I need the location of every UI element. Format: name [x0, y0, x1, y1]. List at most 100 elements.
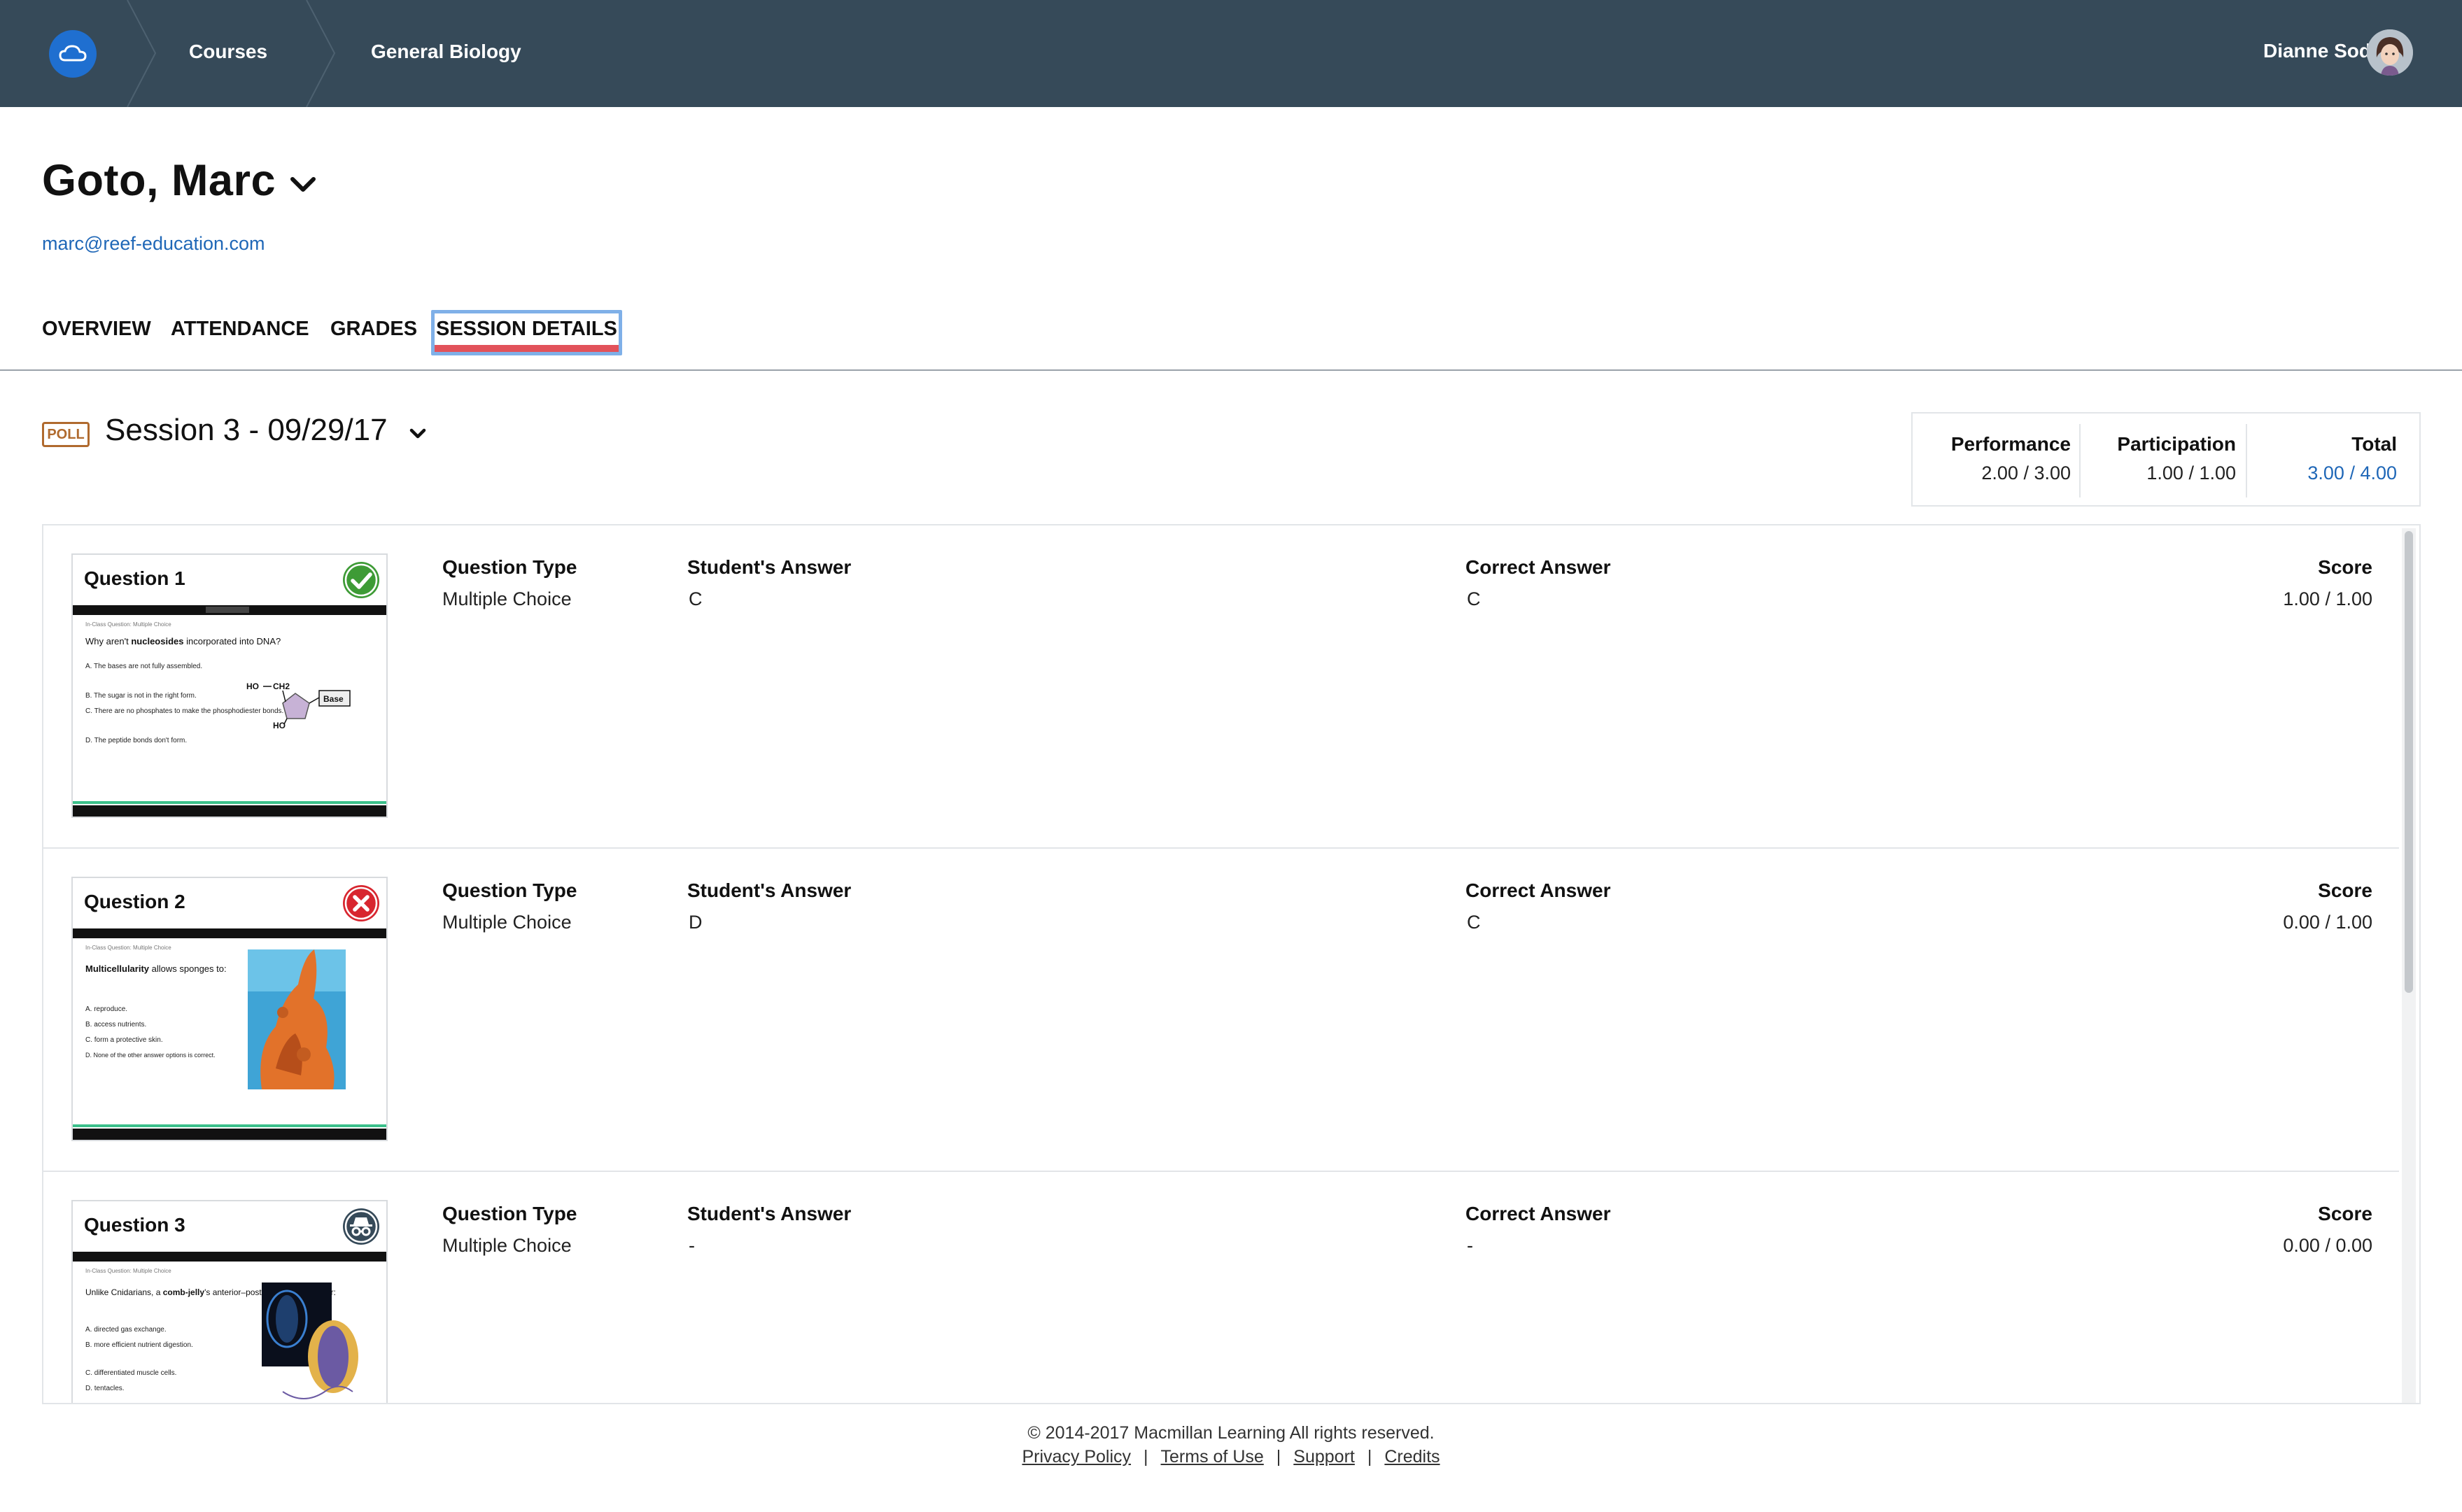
slide-option: C. differentiated muscle cells.: [85, 1369, 176, 1377]
slide-option: B. The sugar is not in the right form.: [85, 692, 197, 700]
slide-question-pre: Unlike Cnidarians, a: [85, 1287, 163, 1297]
slide-question-post: incorporated into DNA?: [183, 636, 281, 647]
slide-header: In-Class Question: Multiple Choice: [85, 621, 171, 628]
slide-question-post: allows sponges to:: [149, 963, 227, 974]
privacy-policy-link[interactable]: Privacy Policy: [1022, 1447, 1131, 1467]
question-thumbnail[interactable]: Question 3 In-Class Question: Multiple C…: [71, 1200, 388, 1403]
footer-separator: |: [1276, 1447, 1281, 1467]
participation-value: 1.00 / 1.00: [2146, 462, 2236, 483]
question-slide-image: In-Class Question: Multiple Choice Why a…: [73, 605, 386, 817]
slide-option: C. There are no phosphates to make the p…: [85, 707, 283, 715]
student-answer-header: Student's Answer: [687, 879, 852, 901]
question-list: Question 1 In-Class Question: Multiple C…: [42, 524, 2421, 1404]
user-name[interactable]: Dianne Sod: [2263, 40, 2371, 62]
question-type-value: Multiple Choice: [442, 1235, 572, 1256]
tab-session-details-label: SESSION DETAILS: [436, 318, 617, 340]
chevron-down-icon[interactable]: [407, 425, 428, 442]
x-circle-icon: [343, 885, 379, 921]
slide-header: In-Class Question: Multiple Choice: [85, 945, 171, 951]
tab-session-details[interactable]: SESSION DETAILS: [431, 310, 622, 355]
student-answer-header: Student's Answer: [687, 556, 852, 578]
svg-text:Why aren't nucleosides incorpo: Why aren't nucleosides incorporated into…: [85, 636, 281, 647]
active-tab-indicator: [435, 345, 619, 352]
question-slide-image: In-Class Question: Multiple Choice Multi…: [73, 928, 386, 1140]
correct-answer-header: Correct Answer: [1465, 1203, 1611, 1224]
footer-separator: |: [1144, 1447, 1148, 1467]
student-answer-header: Student's Answer: [687, 1203, 852, 1224]
slide-option: A. directed gas exchange.: [85, 1326, 167, 1334]
footer-links: Privacy Policy | Terms of Use | Support | Cred…: [0, 1447, 2462, 1467]
session-selector[interactable]: Session 3 - 09/29/17: [105, 413, 388, 448]
question-thumbnail[interactable]: Question 1 In-Class Question: Multiple C…: [71, 553, 388, 818]
correct-answer-header: Correct Answer: [1465, 556, 1611, 578]
question-row: Question 1 In-Class Question: Multiple C…: [43, 525, 2399, 849]
student-name: Goto, Marc: [42, 156, 276, 205]
score-header: Score: [2318, 1203, 2372, 1224]
scrollbar-thumb[interactable]: [2405, 531, 2413, 993]
slide-question-bold: Multicellularity: [85, 963, 150, 974]
correct-answer-value: C: [1467, 588, 1481, 609]
slide-question-bold: comb-jelly: [163, 1287, 205, 1297]
figure-label: CH2: [273, 681, 290, 691]
student-answer-value: C: [689, 588, 703, 609]
score-header: Score: [2318, 879, 2372, 901]
total-value: 3.00 / 4.00: [2307, 462, 2397, 483]
list-scrollbar[interactable]: [2402, 528, 2416, 1403]
question-slide-image: In-Class Question: Multiple Choice Unlik…: [73, 1252, 386, 1403]
poll-badge: POLL: [42, 422, 90, 447]
correct-answer-value: C: [1467, 912, 1481, 933]
credits-link[interactable]: Credits: [1384, 1447, 1440, 1467]
slide-option: C. form a protective skin.: [85, 1036, 163, 1044]
breadcrumb-separator-icon: [127, 0, 157, 107]
figure-label: HO: [246, 681, 259, 691]
question-title: Question 1: [84, 567, 185, 589]
figure-label: Base: [323, 694, 344, 704]
question-title: Question 2: [84, 891, 185, 912]
svg-text:Multicellularity allows sponge: Multicellularity allows sponges to:: [85, 963, 227, 974]
avatar[interactable]: [2367, 29, 2413, 76]
breadcrumb-courses[interactable]: Courses: [189, 41, 267, 63]
question-type-header: Question Type: [442, 1203, 577, 1224]
question-row: Question 3 In-Class Question: Multiple C…: [43, 1172, 2399, 1403]
correct-answer-header: Correct Answer: [1465, 879, 1611, 901]
total-score: Total 3.00 / 4.00: [2263, 433, 2397, 492]
score-value: 0.00 / 1.00: [2283, 912, 2372, 933]
student-answer-value: D: [689, 912, 703, 933]
student-answer-value: -: [689, 1235, 695, 1256]
slide-option: B. more efficient nutrient digestion.: [85, 1341, 193, 1349]
terms-of-use-link[interactable]: Terms of Use: [1161, 1447, 1264, 1467]
slide-option: D. tentacles.: [85, 1385, 125, 1392]
check-circle-icon: [343, 562, 379, 598]
tab-grades[interactable]: GRADES: [330, 318, 417, 341]
question-thumbnail[interactable]: Question 2 In-Class Question: Multiple C…: [71, 877, 388, 1141]
question-type-header: Question Type: [442, 879, 577, 901]
question-title: Question 3: [84, 1214, 185, 1236]
tab-overview[interactable]: OVERVIEW: [42, 318, 151, 341]
chevron-down-icon[interactable]: [287, 172, 319, 196]
performance-label: Performance: [1950, 433, 2071, 455]
score-value: 0.00 / 0.00: [2283, 1235, 2372, 1256]
performance-score: Performance 2.00 / 3.00: [1934, 433, 2071, 492]
tab-attendance[interactable]: ATTENDANCE: [171, 318, 309, 341]
slide-option: B. access nutrients.: [85, 1021, 146, 1029]
support-link[interactable]: Support: [1293, 1447, 1355, 1467]
breadcrumb-general-biology[interactable]: General Biology: [371, 41, 521, 63]
question-type-value: Multiple Choice: [442, 912, 572, 933]
slide-question-bold: nucleosides: [131, 636, 183, 647]
student-email-link[interactable]: marc@reef-education.com: [42, 233, 265, 255]
participation-label: Participation: [2117, 433, 2236, 455]
slide-option: D. None of the other answer options is c…: [85, 1052, 216, 1059]
figure-label: HO: [273, 721, 286, 730]
total-label: Total: [2351, 433, 2397, 455]
slide-option: A. The bases are not fully assembled.: [85, 663, 202, 670]
score-value: 1.00 / 1.00: [2283, 588, 2372, 609]
session-score-summary: Performance 2.00 / 3.00 Participation 1.…: [1911, 412, 2421, 507]
slide-header: In-Class Question: Multiple Choice: [85, 1268, 171, 1274]
cloud-logo-icon[interactable]: [49, 30, 97, 78]
slide-question-pre: Why aren't: [85, 636, 131, 647]
breadcrumb-separator-icon: [306, 0, 336, 107]
footer-separator: |: [1367, 1447, 1372, 1467]
slide-option: A. reproduce.: [85, 1005, 127, 1013]
incognito-icon: [343, 1208, 379, 1245]
score-header: Score: [2318, 556, 2372, 578]
